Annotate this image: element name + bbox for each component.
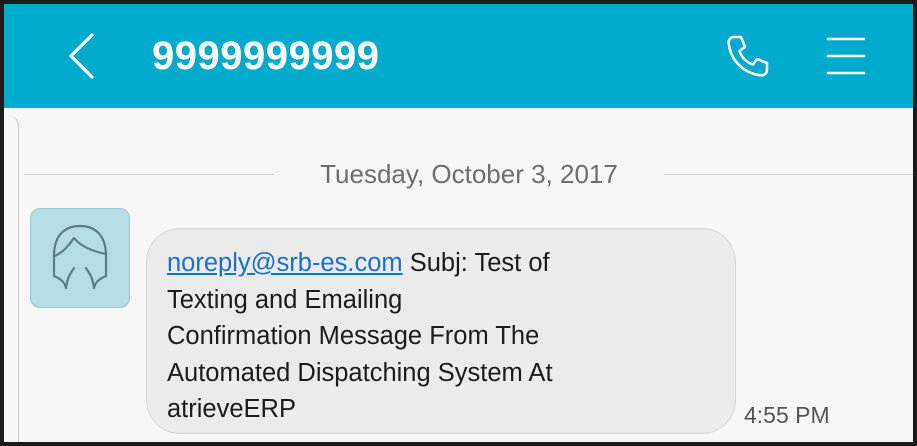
divider-line-right	[664, 174, 913, 175]
message-line: atrieveERP	[167, 395, 296, 423]
message-subject-text: Subj: Test of	[402, 249, 550, 277]
message-bubble[interactable]: noreply@srb-es.com Subj: Test of Texting…	[146, 228, 736, 434]
date-divider: Tuesday, October 3, 2017	[24, 152, 913, 196]
message-line: noreply@srb-es.com Subj: Test of	[167, 245, 715, 282]
conversation-header: 9999999999	[4, 4, 913, 108]
contact-avatar-icon	[52, 224, 108, 290]
menu-button[interactable]	[818, 28, 874, 84]
call-button[interactable]	[720, 28, 776, 84]
chevron-left-icon	[69, 33, 94, 79]
message-timestamp: 4:55 PM	[744, 402, 830, 428]
date-divider-text: Tuesday, October 3, 2017	[320, 159, 618, 189]
message-line: Texting and Emailing	[167, 285, 403, 314]
contact-title: 9999999999	[152, 34, 380, 78]
divider-line-left	[24, 174, 274, 175]
message-line: Automated Dispatching System At	[167, 358, 553, 387]
menu-icon	[826, 37, 866, 75]
messaging-app: 9999999999 Tuesday, October 3, 2017 nore…	[4, 4, 913, 442]
message-line: Confirmation Message From The	[167, 322, 540, 350]
side-panel-edge	[4, 116, 19, 442]
contact-avatar[interactable]	[30, 208, 130, 308]
message-text: noreply@srb-es.com Subj: Test of Texting…	[167, 245, 715, 428]
sender-email-link[interactable]: noreply@srb-es.com	[167, 249, 403, 277]
phone-icon	[727, 35, 769, 77]
back-button[interactable]	[56, 24, 106, 88]
